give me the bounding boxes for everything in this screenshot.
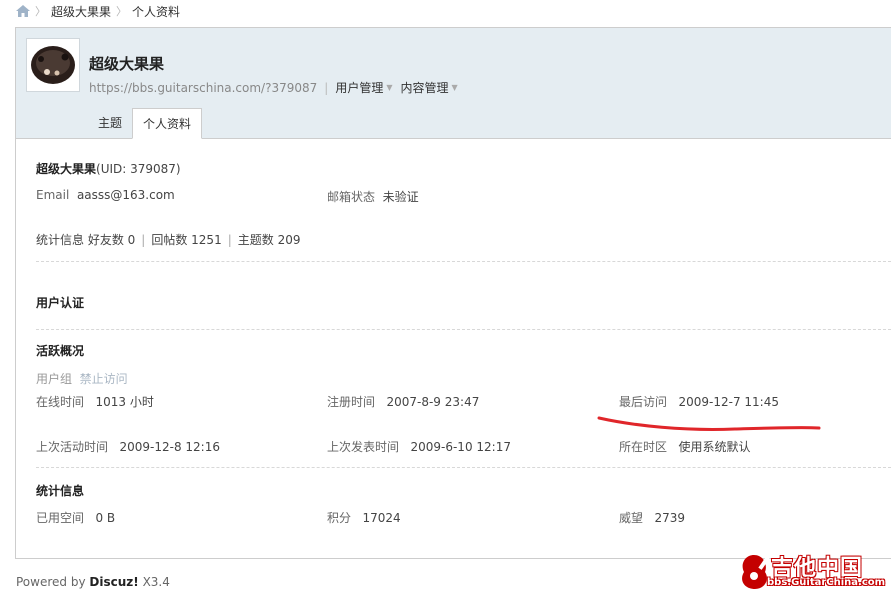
- register-time-value: 2007-8-9 23:47: [386, 395, 480, 409]
- watermark-en-text: bbs.GuitarChina.com: [767, 577, 886, 588]
- profile-card: 超级大果果 https://bbs.guitarschina.com/?3790…: [15, 27, 891, 559]
- profile-tabs: 主题 个人资料: [88, 108, 203, 139]
- avatar[interactable]: [26, 38, 80, 92]
- online-time-label: 在线时间: [36, 395, 85, 409]
- email-row: Email aasss@163.com: [36, 188, 175, 202]
- threads-count-link[interactable]: 主题数 209: [238, 233, 301, 247]
- last-visit-row: 最后访问 2009-12-7 11:45: [619, 393, 779, 410]
- breadcrumb-user-link[interactable]: 超级大果果: [51, 3, 111, 20]
- breadcrumb-current: 个人资料: [132, 4, 181, 19]
- prestige-row: 威望 2739: [619, 509, 685, 526]
- section-divider: [36, 467, 891, 468]
- friends-count-link[interactable]: 好友数 0: [88, 233, 135, 247]
- home-icon[interactable]: [16, 5, 30, 17]
- divider: |: [141, 233, 146, 247]
- breadcrumb-separator: 〉: [35, 5, 46, 18]
- mail-status-value: 未验证: [382, 190, 419, 204]
- usergroup-value-link[interactable]: 禁止访问: [80, 372, 128, 386]
- activity-section-title: 活跃概况: [36, 344, 85, 358]
- user-manage-menu[interactable]: 用户管理 ▼: [335, 79, 392, 96]
- verify-section-title: 用户认证: [36, 296, 85, 310]
- timezone-label: 所在时区: [619, 440, 668, 454]
- stats-section-title: 统计信息: [36, 484, 85, 498]
- credits-label: 积分: [327, 511, 352, 525]
- online-time-value: 1013 小时: [95, 395, 154, 409]
- profile-uid: (UID: 379087): [96, 162, 181, 176]
- prestige-value: 2739: [654, 511, 686, 525]
- content-manage-label: 内容管理: [400, 81, 449, 95]
- email-label: Email: [36, 188, 70, 202]
- stats-summary-label: 统计信息: [36, 233, 85, 247]
- caret-down-icon: ▼: [451, 83, 458, 92]
- register-time-label: 注册时间: [327, 395, 376, 409]
- online-time-row: 在线时间 1013 小时: [36, 393, 154, 410]
- stats-summary-row: 统计信息 好友数 0 | 回帖数 1251 | 主题数 209: [36, 231, 300, 248]
- footer: Powered by Discuz! X3.4: [16, 575, 170, 589]
- tab-threads[interactable]: 主题: [88, 108, 132, 138]
- prestige-label: 威望: [619, 511, 644, 525]
- last-post-label: 上次发表时间: [327, 440, 400, 454]
- content-manage-menu[interactable]: 内容管理 ▼: [401, 79, 458, 96]
- timezone-row: 所在时区 使用系统默认: [619, 438, 750, 455]
- last-post-value: 2009-6-10 12:17: [410, 440, 511, 454]
- section-divider: [36, 329, 891, 330]
- site-watermark: 吉他中国 bbs.GuitarChina.com: [737, 550, 887, 594]
- last-active-value: 2009-12-8 12:16: [119, 440, 220, 454]
- mail-status-label: 邮箱状态: [327, 190, 376, 204]
- last-active-row: 上次活动时间 2009-12-8 12:16: [36, 438, 220, 455]
- email-value: aasss@163.com: [76, 188, 175, 202]
- caret-down-icon: ▼: [386, 83, 393, 92]
- used-space-label: 已用空间: [36, 511, 85, 525]
- breadcrumb-separator: 〉: [116, 5, 128, 18]
- divider: |: [227, 233, 232, 247]
- replies-count-link[interactable]: 回帖数 1251: [151, 233, 221, 247]
- profile-name-row: 超级大果果(UID: 379087): [36, 160, 181, 177]
- profile-header: 超级大果果 https://bbs.guitarschina.com/?3790…: [16, 28, 891, 139]
- page-title: 超级大果果: [89, 55, 165, 73]
- avatar-image: [27, 39, 79, 91]
- powered-by-text: Powered by: [16, 575, 86, 589]
- last-visit-value: 2009-12-7 11:45: [678, 395, 779, 409]
- timezone-value: 使用系统默认: [678, 440, 751, 454]
- last-post-row: 上次发表时间 2009-6-10 12:17: [327, 438, 511, 455]
- tab-profile[interactable]: 个人资料: [132, 108, 203, 139]
- credits-row: 积分 17024: [327, 509, 401, 526]
- user-manage-label: 用户管理: [335, 81, 384, 95]
- used-space-value: 0 B: [95, 511, 116, 525]
- profile-meta: https://bbs.guitarschina.com/?379087 | 用…: [89, 79, 466, 96]
- breadcrumb: 〉 超级大果果 〉 个人资料: [16, 2, 180, 20]
- mail-status-row: 邮箱状态 未验证: [327, 188, 419, 205]
- last-active-label: 上次活动时间: [36, 440, 109, 454]
- usergroup-row: 用户组 禁止访问: [36, 370, 128, 387]
- space-url-link[interactable]: https://bbs.guitarschina.com/?379087: [89, 81, 317, 95]
- used-space-row: 已用空间 0 B: [36, 509, 115, 526]
- version-text: X3.4: [142, 575, 170, 589]
- profile-name: 超级大果果: [36, 162, 97, 176]
- divider: |: [324, 80, 329, 95]
- credits-value: 17024: [362, 511, 401, 525]
- section-divider: [36, 261, 891, 262]
- usergroup-label: 用户组: [36, 372, 73, 386]
- last-visit-label: 最后访问: [619, 395, 668, 409]
- register-time-row: 注册时间 2007-8-9 23:47: [327, 393, 479, 410]
- annotation-underline: [597, 416, 821, 431]
- guitar-logo-icon: [742, 555, 770, 589]
- discuz-link[interactable]: Discuz!: [89, 575, 138, 589]
